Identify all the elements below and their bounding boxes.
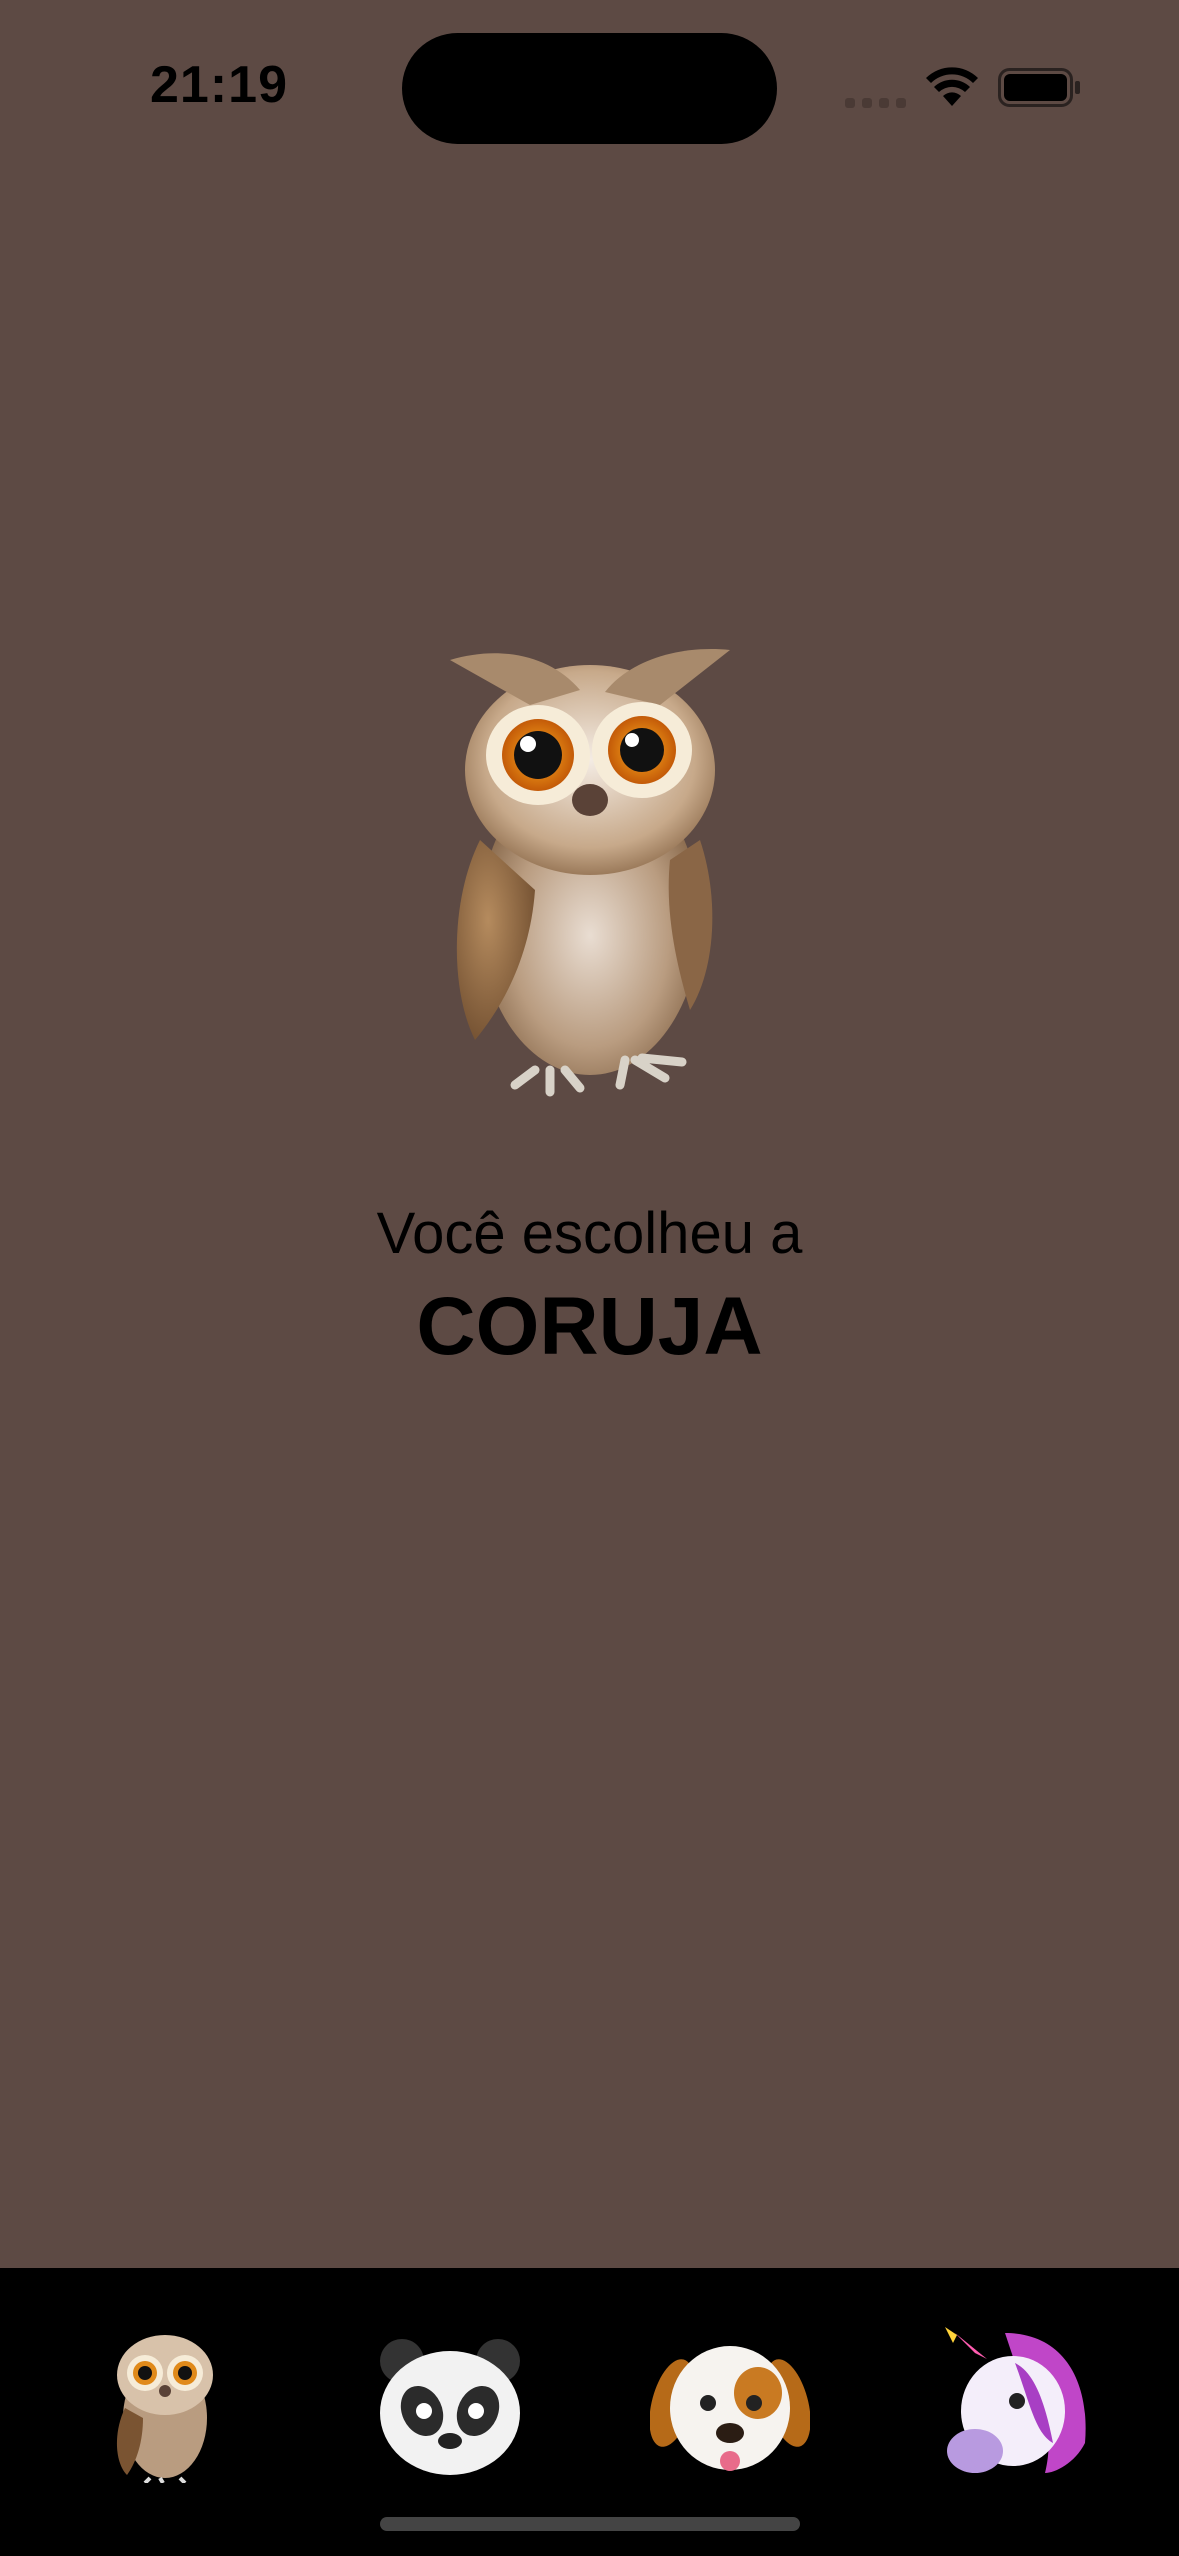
dog-icon (649, 2346, 811, 2471)
unicorn-tab[interactable] (935, 2323, 1095, 2483)
chosen-label: Você escolheu a (376, 1201, 803, 1266)
status-time: 21:19 (150, 56, 288, 114)
panda-icon (380, 2339, 520, 2475)
dynamic-island (402, 33, 777, 144)
animal-selector-bar (0, 2268, 1179, 2556)
home-indicator[interactable] (380, 2517, 800, 2531)
wifi-icon (926, 67, 978, 106)
owl-illustration (450, 649, 730, 1097)
cellular-signal-icon (845, 98, 906, 108)
battery-icon (998, 68, 1080, 107)
chosen-animal-name: CORUJA (416, 1281, 763, 1372)
owl-icon (116, 2335, 213, 2485)
panda-tab[interactable] (370, 2323, 530, 2483)
unicorn-icon (945, 2327, 1086, 2473)
status-bar: 21:19 (0, 0, 1179, 150)
dog-tab[interactable] (649, 2323, 811, 2483)
owl-tab[interactable] (85, 2323, 245, 2485)
